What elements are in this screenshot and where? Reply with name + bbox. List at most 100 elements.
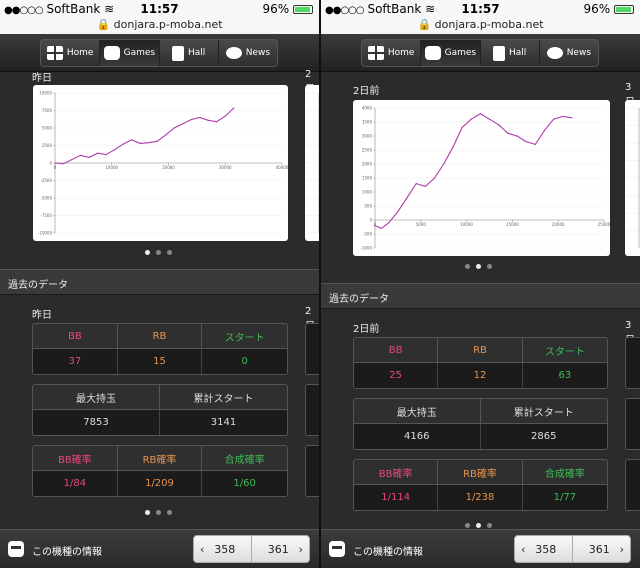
start-header: スタート xyxy=(522,338,607,363)
bb-prob-value: 1/84 xyxy=(33,471,118,496)
battery-percent: 96% xyxy=(583,2,611,16)
y-tick-label: 500 xyxy=(364,204,372,209)
data-point xyxy=(525,141,527,143)
line-chart: 10000 7500 5000 2500 0 -2500 -5000 -7500 -10000 0… xyxy=(38,91,289,236)
data-point xyxy=(479,113,481,115)
combined-prob-value: 1/77 xyxy=(522,485,607,510)
prev-machine-button[interactable]: ‹ 358 xyxy=(515,536,573,562)
data-point xyxy=(571,117,573,119)
tab-games[interactable]: Games xyxy=(100,40,160,66)
y-tick-label: 4000 xyxy=(362,106,373,111)
data-point xyxy=(380,227,383,229)
stats-table: 最大持玉 累計スタート 4166 2865 xyxy=(353,398,608,450)
data-point xyxy=(131,139,133,141)
tab-home[interactable]: Home xyxy=(41,40,101,66)
max-balls-header: 最大持玉 xyxy=(33,385,160,410)
y-tick-label: -5000 xyxy=(40,196,52,201)
tab-home-label: Home xyxy=(66,48,94,58)
chart-card[interactable]: 4000 3500 3000 2500 2000 1500 1000 500 0 -500 -100… xyxy=(353,100,611,256)
y-tick-label: -7500 xyxy=(40,213,52,218)
machine-info-icon xyxy=(329,541,345,557)
page-dot[interactable] xyxy=(156,510,161,515)
bonus-table: BB RB スタート 25 12 63 xyxy=(353,337,608,389)
tab-news[interactable]: News xyxy=(219,40,277,66)
machine-info-label[interactable]: この機種の情報 xyxy=(353,543,423,558)
total-start-header: 累計スタート xyxy=(480,399,607,424)
data-point xyxy=(216,121,218,123)
next-table-partial xyxy=(305,384,319,436)
chart-card[interactable]: 10000 7500 5000 2500 0 -2500 -5000 -7500 -10000 0… xyxy=(33,85,289,241)
page-dot[interactable] xyxy=(167,510,172,515)
tab-home[interactable]: Home xyxy=(362,40,422,66)
data-point xyxy=(88,156,90,158)
y-tick-label: 2500 xyxy=(362,148,373,153)
data-point xyxy=(199,116,201,119)
chart-page-dots[interactable] xyxy=(465,264,492,269)
page-dot[interactable] xyxy=(167,250,172,255)
data-point xyxy=(553,118,555,120)
machine-info-label[interactable]: この機種の情報 xyxy=(32,543,102,558)
tab-news[interactable]: News xyxy=(540,40,598,66)
rb-value: 12 xyxy=(438,363,523,388)
address-bar[interactable]: 🔒 donjara.p-moba.net xyxy=(321,18,640,31)
next-machine-button[interactable]: 361 › xyxy=(252,536,309,562)
data-point xyxy=(96,152,99,154)
data-page-dots[interactable] xyxy=(145,510,172,515)
page-dot[interactable] xyxy=(145,250,150,255)
x-tick-label: 20000 xyxy=(162,165,175,170)
data-point xyxy=(54,162,56,164)
y-tick-label: 0 xyxy=(49,161,52,166)
next-chart-card[interactable] xyxy=(625,100,640,256)
data-point xyxy=(498,124,500,126)
past-data-header: 過去のデータ xyxy=(0,269,319,295)
data-point xyxy=(207,119,209,121)
x-tick-label: 40000 xyxy=(276,165,288,170)
tab-hall[interactable]: Hall xyxy=(160,40,219,66)
data-point xyxy=(182,123,184,125)
bb-value: 25 xyxy=(354,363,439,388)
battery-percent: 96% xyxy=(262,2,290,16)
series-line xyxy=(54,107,235,165)
page-dot[interactable] xyxy=(487,523,492,528)
page-dot[interactable] xyxy=(465,523,470,528)
games-icon xyxy=(424,46,441,60)
page-dot[interactable] xyxy=(476,264,481,269)
data-point xyxy=(190,119,192,121)
data-page-dots[interactable] xyxy=(465,523,492,528)
page-dot[interactable] xyxy=(465,264,470,269)
tab-games[interactable]: Games xyxy=(421,40,481,66)
tab-games-label: Games xyxy=(444,48,477,58)
data-point xyxy=(452,146,454,148)
data-point xyxy=(374,225,376,227)
data-point xyxy=(534,143,536,145)
next-chart-card[interactable] xyxy=(305,85,319,241)
next-machine-button[interactable]: 361 › xyxy=(573,536,630,562)
line-chart: 40003500300025002000150010005000-500-100… xyxy=(360,106,610,251)
page-dot[interactable] xyxy=(476,523,481,528)
max-balls-header: 最大持玉 xyxy=(354,399,481,424)
page-dot[interactable] xyxy=(156,250,161,255)
chevron-left-icon: ‹ xyxy=(521,542,526,556)
data-point xyxy=(507,132,509,134)
day-label: 昨日 xyxy=(32,310,52,321)
screen-right: ●●○○○ SoftBank ≋ 11:57 96% 🔒 donjara.p-m… xyxy=(321,0,640,568)
next-table-partial xyxy=(305,445,319,497)
next-table-partial xyxy=(305,323,319,375)
address-bar[interactable]: 🔒 donjara.p-moba.net xyxy=(0,18,319,31)
series-line xyxy=(374,112,572,230)
news-icon xyxy=(546,47,563,59)
page-dot[interactable] xyxy=(487,264,492,269)
prev-machine-button[interactable]: ‹ 358 xyxy=(194,536,252,562)
x-tick-label: 30000 xyxy=(219,165,232,170)
tab-hall[interactable]: Hall xyxy=(481,40,540,66)
chart-page-dots[interactable] xyxy=(145,250,172,255)
status-bar: ●●○○○ SoftBank ≋ 11:57 96% 🔒 donjara.p-m… xyxy=(321,0,640,34)
y-tick-label: 1000 xyxy=(362,190,373,195)
combined-prob-header: 合成確率 xyxy=(202,446,287,471)
home-icon xyxy=(367,46,384,60)
stats-table: 最大持玉 累計スタート 7853 3141 xyxy=(32,384,288,436)
x-tick-label: 15000 xyxy=(506,222,519,227)
page-dot[interactable] xyxy=(145,510,150,515)
start-value: 0 xyxy=(202,349,287,374)
next-machine-number: 361 xyxy=(588,542,610,556)
